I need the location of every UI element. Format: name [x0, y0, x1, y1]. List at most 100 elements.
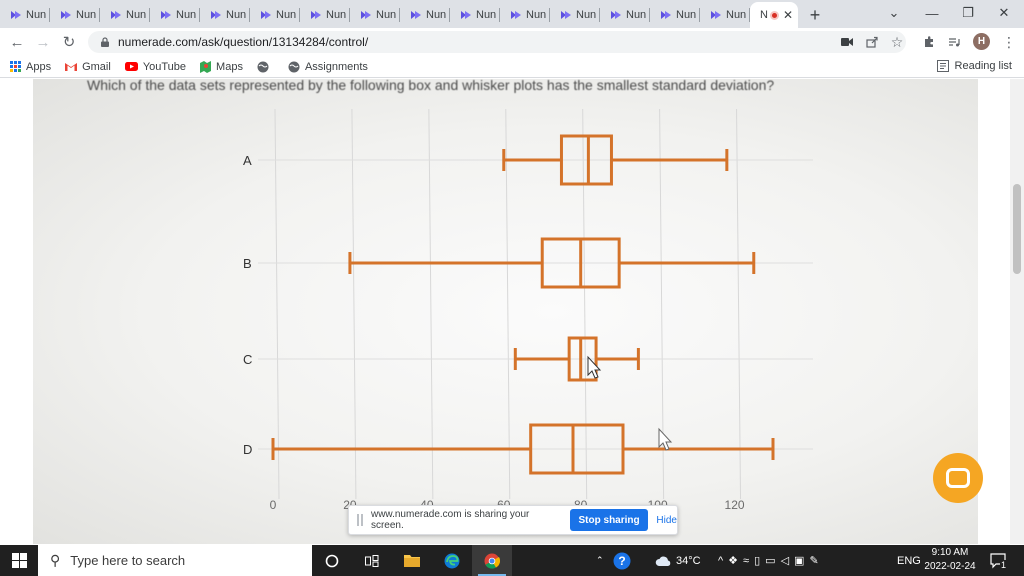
tab-label: Nun	[576, 9, 597, 21]
category-label: D	[243, 442, 252, 457]
numerade-logo-icon	[711, 11, 721, 19]
bookmark-label: Gmail	[82, 60, 111, 73]
pen-icon: ✎	[809, 555, 824, 567]
tab-label: Nun	[176, 9, 197, 21]
temperature-text: 34°C	[676, 554, 701, 567]
help-question-icon: ?	[613, 552, 631, 569]
camera-in-use-icon[interactable]	[838, 33, 856, 51]
file-explorer-button[interactable]	[392, 545, 432, 576]
browser-tab[interactable]: Nun	[100, 2, 150, 28]
browser-tab[interactable]: Nun	[250, 2, 300, 28]
browser-tab[interactable]: Nun	[600, 2, 650, 28]
stop-sharing-button[interactable]: Stop sharing	[569, 509, 649, 531]
share-icon[interactable]	[863, 33, 881, 51]
browser-tab[interactable]: Nun	[150, 2, 200, 28]
notification-count: 1	[1000, 559, 1008, 570]
hide-button[interactable]: Hide	[656, 515, 677, 526]
restore-button[interactable]: ❐	[948, 0, 988, 26]
tab-label: Nun	[76, 9, 97, 21]
taskbar-search-box[interactable]: ⚲ Type here to search	[38, 545, 312, 576]
scrollbar-thumb[interactable]	[1013, 184, 1021, 274]
question-image: Which of the data sets represented by th…	[33, 79, 978, 544]
tab-label: Nun	[676, 9, 697, 21]
reading-list-label: Reading list	[954, 60, 1012, 72]
search-icon: ⚲	[50, 552, 61, 568]
browser-tab[interactable]: Nun	[700, 2, 750, 28]
bookmark-gmail[interactable]: Gmail	[65, 61, 111, 73]
tab-label: Nun	[426, 9, 447, 21]
browser-tab[interactable]: Nun	[450, 2, 500, 28]
chat-widget-button[interactable]	[933, 453, 983, 503]
bookmark-assignments[interactable]: Assignments	[288, 61, 368, 73]
bookmark-label: Assignments	[304, 60, 368, 73]
browser-tab[interactable]: Nun	[400, 2, 450, 28]
numerade-logo-icon	[361, 11, 371, 19]
browser-tab[interactable]: Nun	[500, 2, 550, 28]
tab-label: Nun	[526, 9, 547, 21]
drag-handle-icon[interactable]	[357, 514, 363, 526]
system-tray-icons[interactable]: ^ ❖ ≈ ▯ ▭ ◁ ▣ ✎	[718, 545, 824, 576]
bookmark-youtube[interactable]: YouTube	[124, 61, 186, 73]
close-tab-icon[interactable]: ✕	[783, 8, 793, 22]
weather-widget[interactable]: 34°C	[655, 545, 701, 576]
category-label: B	[243, 256, 252, 271]
numerade-logo-icon	[211, 11, 221, 19]
cloud-icon	[655, 556, 671, 566]
browser-tab[interactable]: Nun	[300, 2, 350, 28]
tab-label: Nun	[26, 9, 47, 21]
bookmark-globe[interactable]	[257, 61, 274, 73]
browser-tab[interactable]: Nun	[650, 2, 700, 28]
browser-tab[interactable]: Nun	[350, 2, 400, 28]
menu-kebab-icon[interactable]: ⋮	[1000, 33, 1018, 51]
task-view-button[interactable]	[352, 545, 392, 576]
category-label: C	[243, 352, 252, 367]
reload-button[interactable]: ↻	[56, 29, 82, 55]
numerade-logo-icon	[111, 11, 121, 19]
numerade-logo-icon	[261, 11, 271, 19]
show-hidden-icons-button[interactable]: ⌃	[596, 545, 604, 576]
minimize-button[interactable]: —	[912, 0, 952, 26]
cortana-button[interactable]	[312, 545, 352, 576]
reading-list-button[interactable]: Reading list	[936, 60, 1012, 72]
browser-tab[interactable]: Nun	[200, 2, 250, 28]
new-tab-button[interactable]: +	[802, 2, 828, 28]
bookmark-maps[interactable]: Maps	[200, 60, 243, 73]
close-window-button[interactable]: ✕	[984, 0, 1024, 26]
maps-icon	[200, 60, 212, 73]
active-tab[interactable]: N ✕	[750, 2, 798, 28]
chrome-taskbar-button[interactable]	[472, 545, 512, 576]
tab-label: Nun	[226, 9, 247, 21]
forward-button[interactable]: →	[30, 29, 56, 55]
edge-icon	[444, 553, 460, 568]
tab-label: Nun	[376, 9, 397, 21]
phone-icon: ▯	[754, 555, 766, 567]
profile-avatar[interactable]: H	[973, 33, 990, 50]
help-tray-button[interactable]: ?	[613, 545, 631, 576]
browser-tab[interactable]: Nun	[0, 2, 50, 28]
youtube-icon	[124, 62, 138, 71]
search-placeholder: Type here to search	[70, 553, 186, 568]
numerade-logo-icon	[611, 11, 621, 19]
bookmark-star-icon[interactable]: ☆	[888, 33, 906, 51]
browser-tab[interactable]: Nun	[50, 2, 100, 28]
box-plot-chart: 020406080100120ABCD	[243, 108, 813, 512]
grid-line	[351, 108, 357, 500]
bookmark-apps[interactable]: Apps	[10, 61, 51, 73]
taskbar-clock[interactable]: 9:10 AM 2022-02-24	[918, 546, 982, 574]
numerade-logo-icon	[61, 11, 71, 19]
edge-browser-button[interactable]	[432, 545, 472, 576]
numerade-logo-icon	[661, 11, 671, 19]
address-bar[interactable]: numerade.com/ask/question/13134284/contr…	[88, 31, 906, 53]
notifications-button[interactable]: 1	[990, 545, 1008, 576]
bookmarks-bar: Apps Gmail YouTube Maps Assignments Read…	[0, 56, 1024, 78]
media-control-icon[interactable]	[945, 33, 963, 51]
globe-icon	[257, 61, 269, 72]
browser-tab[interactable]: Nun	[550, 2, 600, 28]
tab-search-button[interactable]: ⌄	[874, 0, 914, 26]
page-scrollbar[interactable]	[1010, 79, 1024, 544]
task-view-icon	[365, 554, 379, 567]
extensions-puzzle-icon[interactable]	[920, 33, 938, 51]
start-button[interactable]	[0, 545, 38, 576]
back-button[interactable]: ←	[4, 29, 30, 55]
category-label: A	[243, 153, 252, 168]
